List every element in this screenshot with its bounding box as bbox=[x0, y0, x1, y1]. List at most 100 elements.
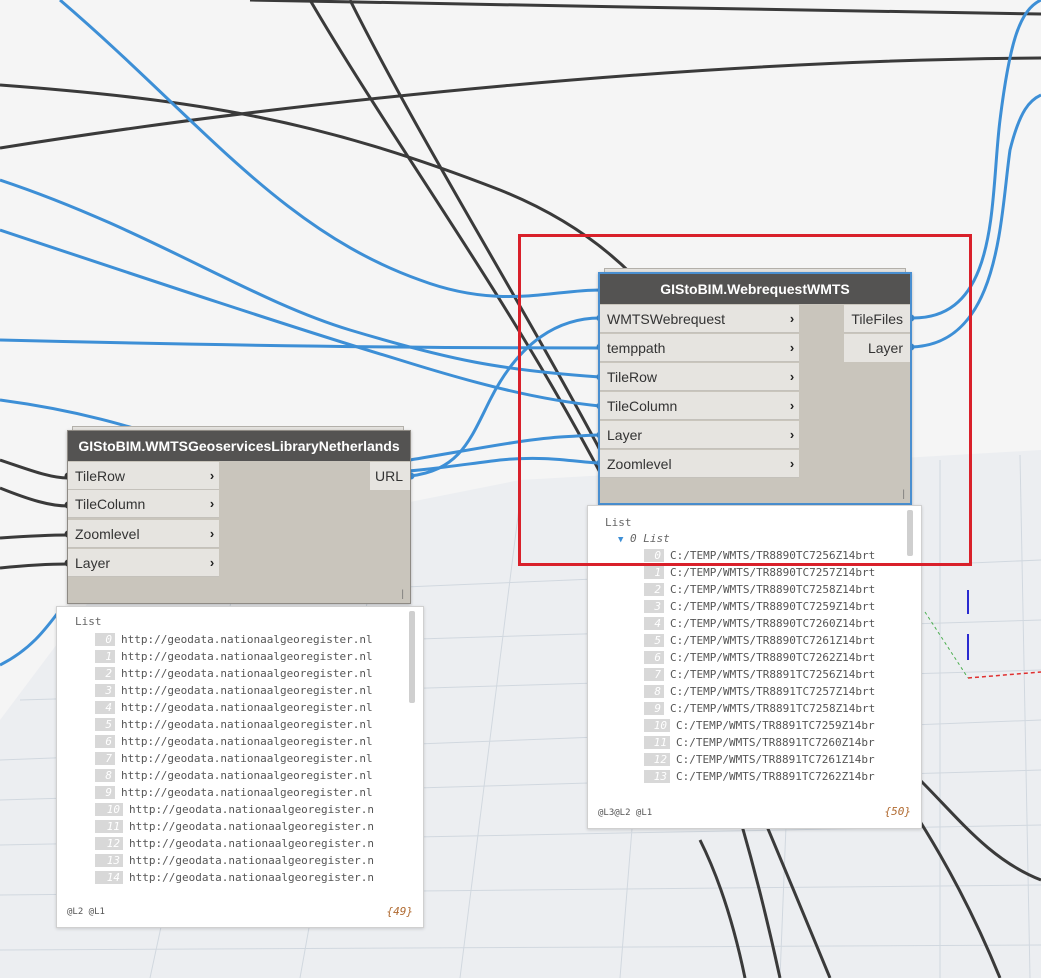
input-port-zoomlevel[interactable]: Zoomlevel › bbox=[68, 520, 219, 548]
list-item: 8 C:/TEMP/WMTS/TR8891TC7257Z14brt bbox=[644, 684, 875, 699]
list-item-value: http://geodata.nationaalgeoregister.nl bbox=[121, 786, 373, 799]
input-port-layer[interactable]: Layer › bbox=[68, 549, 219, 577]
list-item-value: C:/TEMP/WMTS/TR8890TC7260Z14brt bbox=[670, 617, 876, 630]
list-item-index: 4 bbox=[95, 701, 115, 714]
list-item: 1 http://geodata.nationaalgeoregister.nl bbox=[95, 649, 373, 664]
list-item-index: 10 bbox=[644, 719, 670, 732]
list-item-index: 9 bbox=[95, 786, 115, 799]
wire bbox=[0, 458, 69, 480]
list-item: 3 http://geodata.nationaalgeoregister.nl bbox=[95, 683, 373, 698]
list-item: 10 http://geodata.nationaalgeoregister.n bbox=[95, 802, 374, 817]
list-item: 4 http://geodata.nationaalgeoregister.nl bbox=[95, 700, 373, 715]
list-item-value: C:/TEMP/WMTS/TR8890TC7261Z14brt bbox=[670, 634, 876, 647]
list-item-index: 6 bbox=[644, 651, 664, 664]
list-item: 11 C:/TEMP/WMTS/TR8891TC7260Z14br bbox=[644, 735, 875, 750]
wire bbox=[0, 56, 1041, 150]
list-item-value: http://geodata.nationaalgeoregister.n bbox=[129, 871, 375, 884]
list-item-value: C:/TEMP/WMTS/TR8890TC7258Z14brt bbox=[670, 583, 876, 596]
list-item: 3 C:/TEMP/WMTS/TR8890TC7259Z14brt bbox=[644, 599, 875, 614]
list-item-value: http://geodata.nationaalgeoregister.n bbox=[129, 854, 375, 867]
list-item-index: 2 bbox=[644, 583, 664, 596]
port-label: Zoomlevel bbox=[75, 525, 140, 542]
list-item-index: 14 bbox=[95, 871, 123, 884]
list-item-value: C:/TEMP/WMTS/TR8890TC7259Z14brt bbox=[670, 600, 876, 613]
list-item: 5 http://geodata.nationaalgeoregister.nl bbox=[95, 717, 373, 732]
list-item-index: 0 bbox=[95, 633, 115, 646]
port-label: TileColumn bbox=[75, 495, 146, 512]
list-item: 10 C:/TEMP/WMTS/TR8891TC7259Z14br bbox=[644, 718, 875, 733]
list-item-index: 7 bbox=[95, 752, 115, 765]
list-item-index: 11 bbox=[644, 736, 670, 749]
highlight-box bbox=[518, 234, 972, 566]
chevron-right-icon[interactable]: › bbox=[205, 526, 219, 541]
preview-count: {50} bbox=[884, 805, 912, 818]
list-item-value: http://geodata.nationaalgeoregister.nl bbox=[121, 718, 373, 731]
list-item-index: 1 bbox=[644, 566, 664, 579]
list-item-value: http://geodata.nationaalgeoregister.nl bbox=[121, 633, 373, 646]
list-item-index: 7 bbox=[644, 668, 664, 681]
list-item: 9 http://geodata.nationaalgeoregister.nl bbox=[95, 785, 373, 800]
port-label: Layer bbox=[75, 554, 111, 571]
list-item-index: 2 bbox=[95, 667, 115, 680]
list-item-value: http://geodata.nationaalgeoregister.nl bbox=[121, 735, 373, 748]
list-item-value: http://geodata.nationaalgeoregister.n bbox=[129, 803, 375, 816]
library-node[interactable]: GIStoBIM.WMTSGeoservicesLibraryNetherlan… bbox=[67, 430, 411, 604]
list-item: 0 http://geodata.nationaalgeoregister.nl bbox=[95, 632, 373, 647]
wire bbox=[0, 562, 69, 570]
list-item: 12 C:/TEMP/WMTS/TR8891TC7261Z14br bbox=[644, 752, 875, 767]
list-item-index: 5 bbox=[644, 634, 664, 647]
list-item: 9 C:/TEMP/WMTS/TR8891TC7258Z14brt bbox=[644, 701, 875, 716]
preview-levels: @L2 @L1 bbox=[67, 907, 105, 917]
list-item-index: 9 bbox=[644, 702, 664, 715]
list-item-value: http://geodata.nationaalgeoregister.nl bbox=[121, 701, 373, 714]
list-item-value: C:/TEMP/WMTS/TR8891TC7262Z14br bbox=[676, 770, 875, 783]
wire bbox=[0, 486, 69, 508]
list-item-value: C:/TEMP/WMTS/TR8891TC7260Z14br bbox=[676, 736, 875, 749]
resize-grip[interactable]: | bbox=[401, 589, 404, 600]
list-item-value: C:/TEMP/WMTS/TR8891TC7257Z14brt bbox=[670, 685, 876, 698]
list-item: 2 C:/TEMP/WMTS/TR8890TC7258Z14brt bbox=[644, 582, 875, 597]
list-item-index: 6 bbox=[95, 735, 115, 748]
chevron-right-icon[interactable]: › bbox=[205, 496, 219, 511]
list-item-index: 11 bbox=[95, 820, 123, 833]
list-item: 4 C:/TEMP/WMTS/TR8890TC7260Z14brt bbox=[644, 616, 875, 631]
preview-count: {49} bbox=[386, 905, 414, 918]
list-item-index: 13 bbox=[95, 854, 123, 867]
list-item-index: 1 bbox=[95, 650, 115, 663]
library-node-title[interactable]: GIStoBIM.WMTSGeoservicesLibraryNetherlan… bbox=[68, 431, 410, 461]
list-item: 6 C:/TEMP/WMTS/TR8890TC7262Z14brt bbox=[644, 650, 875, 665]
chevron-right-icon[interactable]: › bbox=[205, 468, 219, 483]
library-preview-bubble[interactable]: List 0 http://geodata.nationaalgeoregiste… bbox=[56, 606, 424, 928]
input-port-tilerow[interactable]: TileRow › bbox=[68, 462, 219, 490]
list-item: 7 C:/TEMP/WMTS/TR8891TC7256Z14brt bbox=[644, 667, 875, 682]
list-item-value: C:/TEMP/WMTS/TR8890TC7257Z14brt bbox=[670, 566, 876, 579]
list-item-index: 10 bbox=[95, 803, 123, 816]
list-item-value: C:/TEMP/WMTS/TR8891TC7256Z14brt bbox=[670, 668, 876, 681]
input-port-tilecolumn[interactable]: TileColumn › bbox=[68, 490, 219, 518]
list-item-value: http://geodata.nationaalgeoregister.n bbox=[129, 820, 375, 833]
list-item-value: http://geodata.nationaalgeoregister.n bbox=[129, 837, 375, 850]
list-item-index: 13 bbox=[644, 770, 670, 783]
list-item: 1 C:/TEMP/WMTS/TR8890TC7257Z14brt bbox=[644, 565, 875, 580]
chevron-right-icon[interactable]: › bbox=[205, 555, 219, 570]
list-item: 11 http://geodata.nationaalgeoregister.n bbox=[95, 819, 374, 834]
list-item-value: http://geodata.nationaalgeoregister.nl bbox=[121, 650, 373, 663]
list-item: 5 C:/TEMP/WMTS/TR8890TC7261Z14brt bbox=[644, 633, 875, 648]
preview-levels: @L3@L2 @L1 bbox=[598, 808, 653, 818]
list-item: 8 http://geodata.nationaalgeoregister.nl bbox=[95, 768, 373, 783]
list-item: 7 http://geodata.nationaalgeoregister.nl bbox=[95, 751, 373, 766]
list-item-value: C:/TEMP/WMTS/TR8891TC7259Z14br bbox=[676, 719, 875, 732]
output-port-url[interactable]: URL bbox=[370, 462, 410, 490]
list-item-value: http://geodata.nationaalgeoregister.nl bbox=[121, 752, 373, 765]
preview-scrollbar[interactable] bbox=[409, 611, 415, 703]
preview-list-header: List bbox=[75, 615, 102, 628]
list-item-index: 8 bbox=[95, 769, 115, 782]
wire bbox=[249, 0, 1041, 16]
wire bbox=[0, 533, 69, 540]
list-item-value: http://geodata.nationaalgeoregister.nl bbox=[121, 684, 373, 697]
list-item-index: 3 bbox=[644, 600, 664, 613]
list-item-value: C:/TEMP/WMTS/TR8890TC7262Z14brt bbox=[670, 651, 876, 664]
list-item-value: C:/TEMP/WMTS/TR8891TC7258Z14brt bbox=[670, 702, 876, 715]
list-item-value: http://geodata.nationaalgeoregister.nl bbox=[121, 667, 373, 680]
list-item: 14 http://geodata.nationaalgeoregister.n bbox=[95, 870, 374, 885]
